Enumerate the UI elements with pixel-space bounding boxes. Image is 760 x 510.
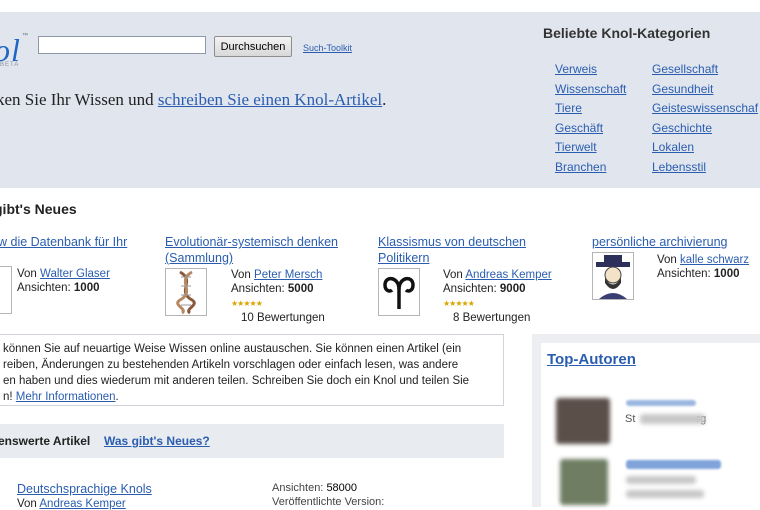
author-prefix: Von <box>231 269 255 281</box>
more-info-link[interactable]: Mehr Informationen <box>16 391 116 403</box>
views-count: 1000 <box>73 282 100 294</box>
portrait-thumbnail-icon[interactable] <box>592 252 634 300</box>
news-card-title[interactable]: Evolutionär-systemisch denken (Sammlung) <box>165 234 365 266</box>
news-card-meta: Von kalle schwarz Ansichten: 1000 <box>657 253 749 281</box>
author-link[interactable]: kalle schwarz <box>680 254 749 266</box>
featured-article-author: Von Andreas Kemper <box>17 498 126 510</box>
author-prefix: Von <box>17 268 41 280</box>
rating-stars-icon: ★★★★★ <box>231 299 263 308</box>
logo-trademark: ™ <box>22 33 28 39</box>
views-label: Ansichten: <box>231 283 285 295</box>
news-card-meta: Von Walter Glaser Ansichten: 1000 <box>17 267 110 295</box>
rating-stars-icon: ★★★★★ <box>443 299 475 308</box>
news-card-meta: Von Peter Mersch Ansichten: 5000 ★★★★★ 1… <box>231 268 325 325</box>
description-line: können Sie auf neuartige Weise Wissen on… <box>3 343 462 355</box>
category-link[interactable]: Gesundheit <box>652 82 713 96</box>
write-knol-link[interactable]: schreiben Sie einen Knol-Artikel <box>158 90 382 109</box>
views-label: Ansichten: <box>443 283 497 295</box>
author-name-link[interactable] <box>626 460 721 469</box>
description-line: en haben und dies wiederum mit anderen t… <box>3 375 470 387</box>
tab-whats-new[interactable]: Was gibt's Neues? <box>104 434 210 448</box>
blurred-text <box>626 476 696 484</box>
article-tabs: enswerte Artikel Was gibt's Neues? <box>0 424 504 458</box>
author-link[interactable]: Andreas Kemper <box>465 269 551 281</box>
views-label: Ansichten: <box>17 282 71 294</box>
category-link[interactable]: Branchen <box>555 160 606 174</box>
search-input[interactable] <box>38 36 206 54</box>
author-avatar[interactable] <box>556 398 610 444</box>
views-count: 5000 <box>287 283 314 295</box>
views-count: 58000 <box>326 482 358 494</box>
logo-beta-label: BETA <box>0 62 20 68</box>
aries-thumbnail-icon[interactable] <box>378 268 420 316</box>
category-link[interactable]: Gesellschaft <box>652 62 718 76</box>
author-prefix: Von <box>443 269 466 281</box>
ratings-count: 10 Bewertungen <box>241 312 325 324</box>
category-link[interactable]: Lokalen <box>652 140 694 154</box>
tagline-suffix: . <box>382 90 387 109</box>
category-link[interactable]: Tiere <box>555 101 582 115</box>
tagline: ken Sie Ihr Wissen und schreiben Sie ein… <box>0 90 386 110</box>
category-link[interactable]: Geschichte <box>652 121 712 135</box>
news-section-title: gibt's Neues <box>0 201 77 217</box>
author-link[interactable]: Peter Mersch <box>254 269 322 281</box>
description-line: reiben, Änderungen zu bestehenden Artike… <box>3 359 459 371</box>
tagline-text: ken Sie Ihr Wissen und <box>0 90 158 109</box>
categories-title: Beliebte Knol-Kategorien <box>543 25 711 41</box>
blurred-text <box>626 490 704 498</box>
author-prefix: Von <box>657 254 681 266</box>
news-card-title[interactable]: persönliche archivierung <box>592 234 760 250</box>
views-count: 1000 <box>713 268 740 280</box>
featured-article-link[interactable]: Deutschsprachige Knols <box>17 482 152 496</box>
news-card-meta: Von Andreas Kemper Ansichten: 9000 ★★★★★… <box>443 268 552 325</box>
views-count: 9000 <box>499 283 526 295</box>
news-card-title[interactable]: Klassismus von deutschen Politikern <box>378 234 558 266</box>
news-card-title[interactable]: w die Datenbank für Ihr <box>0 234 148 250</box>
category-link[interactable]: Wissenschaft <box>555 82 626 96</box>
featured-article-views: Ansichten: 58000 <box>272 482 357 494</box>
search-button[interactable]: Durchsuchen <box>214 36 292 57</box>
ratings-count: 8 Bewertungen <box>453 312 531 324</box>
category-link[interactable]: Geschäft <box>555 121 603 135</box>
description-last-prefix: n! <box>3 391 16 403</box>
top-authors-title[interactable]: Top-Autoren <box>547 351 636 368</box>
category-link[interactable]: Tierwelt <box>555 140 597 154</box>
article-thumbnail[interactable] <box>0 266 12 314</box>
category-link[interactable]: Verweis <box>555 62 597 76</box>
description-last-suffix: . <box>115 391 119 403</box>
author-prefix: Von <box>17 498 40 510</box>
author-link[interactable]: Andreas Kemper <box>39 498 125 510</box>
category-link[interactable]: Lebensstil <box>652 160 706 174</box>
blurred-text <box>640 414 705 424</box>
author-avatar[interactable] <box>560 459 608 505</box>
author-name-link[interactable] <box>626 400 696 406</box>
search-toolkit-link[interactable]: Such-Toolkit <box>303 43 352 53</box>
views-label: Ansichten: <box>272 482 324 494</box>
knol-description-box: können Sie auf neuartige Weise Wissen on… <box>0 334 504 406</box>
views-label: Ansichten: <box>657 268 711 280</box>
dna-thumbnail-icon[interactable] <box>165 268 207 316</box>
tab-featured-articles[interactable]: enswerte Artikel <box>0 434 90 448</box>
category-link[interactable]: Geisteswissenschaf <box>652 101 758 115</box>
description-line: n! Mehr Informationen. <box>3 389 499 405</box>
featured-article-version: Veröffentlichte Version: <box>272 496 385 508</box>
author-link[interactable]: Walter Glaser <box>40 268 110 280</box>
